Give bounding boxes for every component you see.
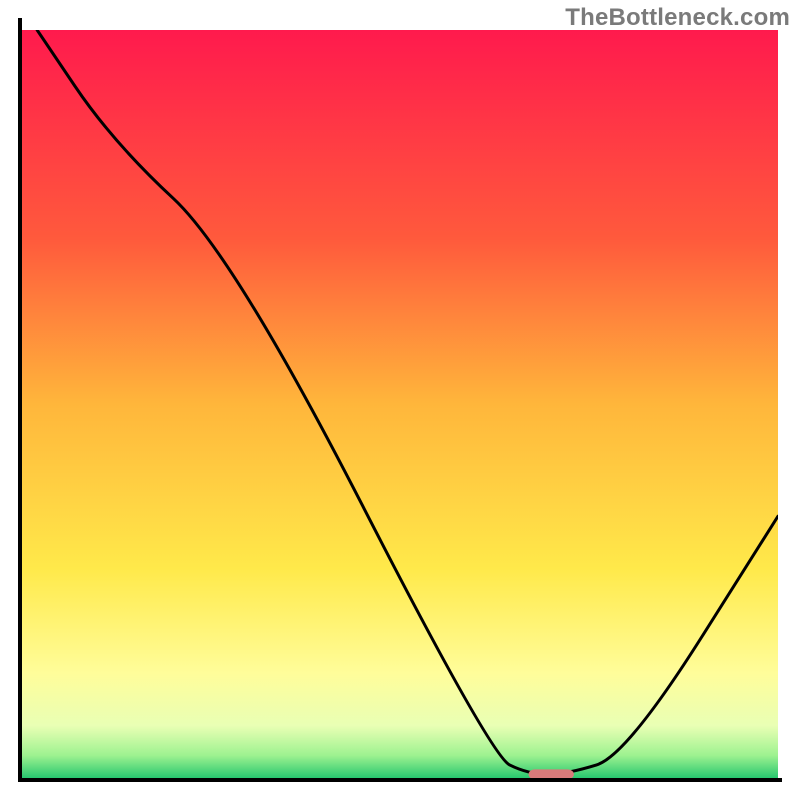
plot-area [22,30,778,778]
optimal-marker [529,769,574,778]
plot-svg [22,30,778,778]
chart-stage: TheBottleneck.com [0,0,800,800]
x-axis [18,778,782,782]
gradient-fill [22,30,778,778]
watermark-text: TheBottleneck.com [565,4,790,32]
